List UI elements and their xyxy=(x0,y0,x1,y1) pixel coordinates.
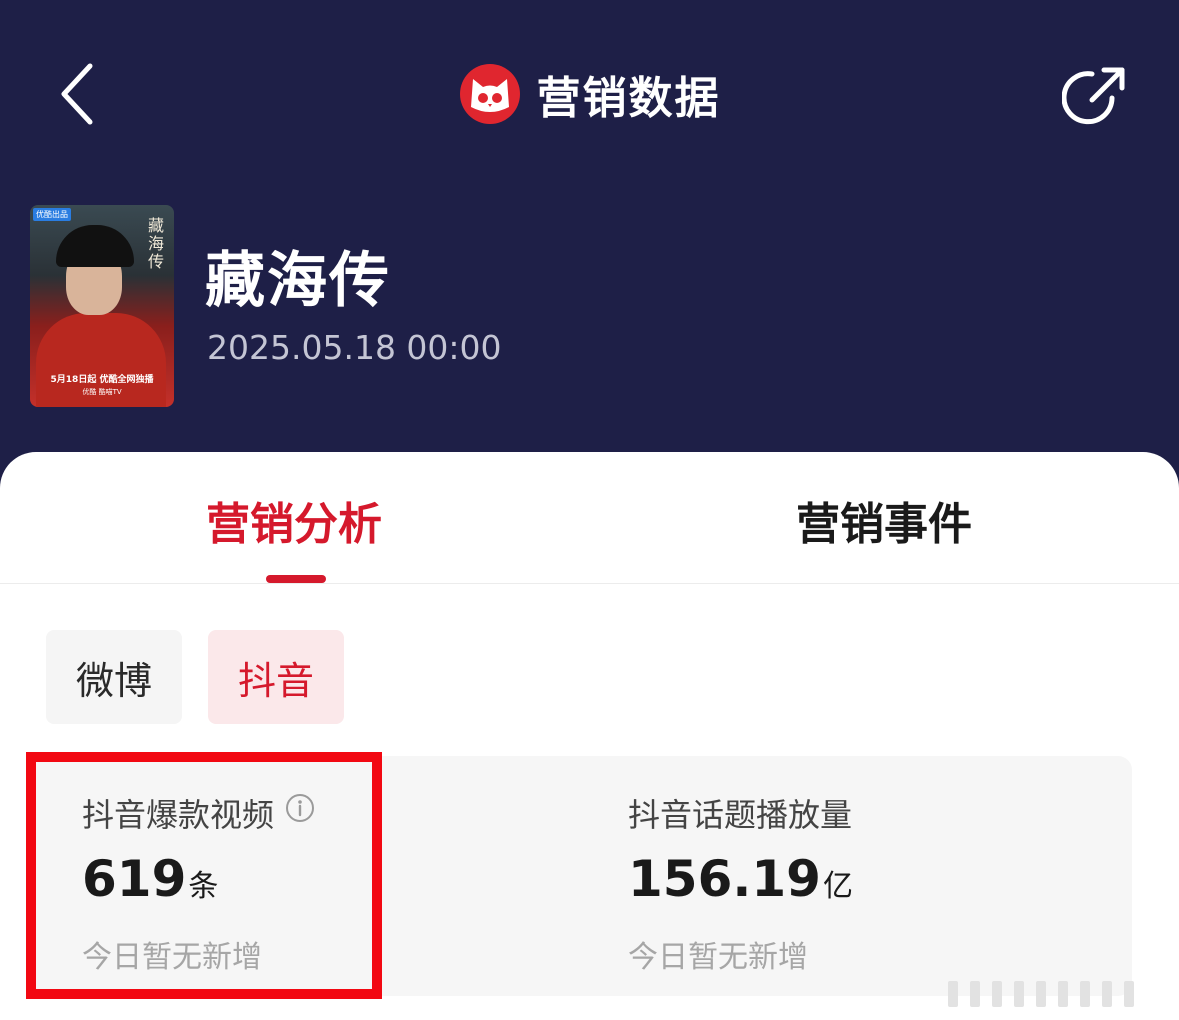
movie-title: 藏海传 xyxy=(205,246,391,316)
highlight-annotation-box xyxy=(26,752,382,999)
tab-divider xyxy=(0,583,1179,584)
page-title: 营销数据 xyxy=(536,73,721,124)
header-title-group: 营销数据 xyxy=(0,62,1179,126)
stat-note-topic-plays: 今日暂无新增 xyxy=(628,940,808,975)
platform-chip-douyin[interactable]: 抖音 xyxy=(208,630,344,724)
poster-tag: 优酷出品 xyxy=(33,208,71,221)
watermark-bars xyxy=(948,980,1168,1008)
stat-number: 156.19 xyxy=(628,850,821,908)
header: 营销数据 优酷出品 藏海传 5月18日起 优酷全网独播 优酷 酷喵TV 藏海传 … xyxy=(0,0,1179,500)
movie-poster[interactable]: 优酷出品 藏海传 5月18日起 优酷全网独播 优酷 酷喵TV xyxy=(30,205,174,407)
tab-marketing-analysis[interactable]: 营销分析 xyxy=(206,488,382,552)
active-tab-indicator xyxy=(266,575,326,583)
poster-title: 藏海传 xyxy=(145,217,164,271)
cat-logo-icon xyxy=(459,64,520,124)
poster-brand: 优酷 酷喵TV xyxy=(82,388,122,396)
stat-value-topic-plays: 156.19 亿 xyxy=(628,850,853,908)
share-button[interactable] xyxy=(1061,62,1130,130)
tab-marketing-events[interactable]: 营销事件 xyxy=(796,488,972,552)
stat-label-topic-plays: 抖音话题播放量 xyxy=(628,796,853,834)
poster-figure-hat xyxy=(56,225,134,267)
movie-datetime: 2025.05.18 00:00 xyxy=(207,328,502,367)
poster-caption: 5月18日起 优酷全网独播 xyxy=(50,375,154,385)
stat-unit: 亿 xyxy=(822,869,853,904)
platform-chip-weibo[interactable]: 微博 xyxy=(46,630,182,724)
share-icon xyxy=(1061,67,1125,125)
